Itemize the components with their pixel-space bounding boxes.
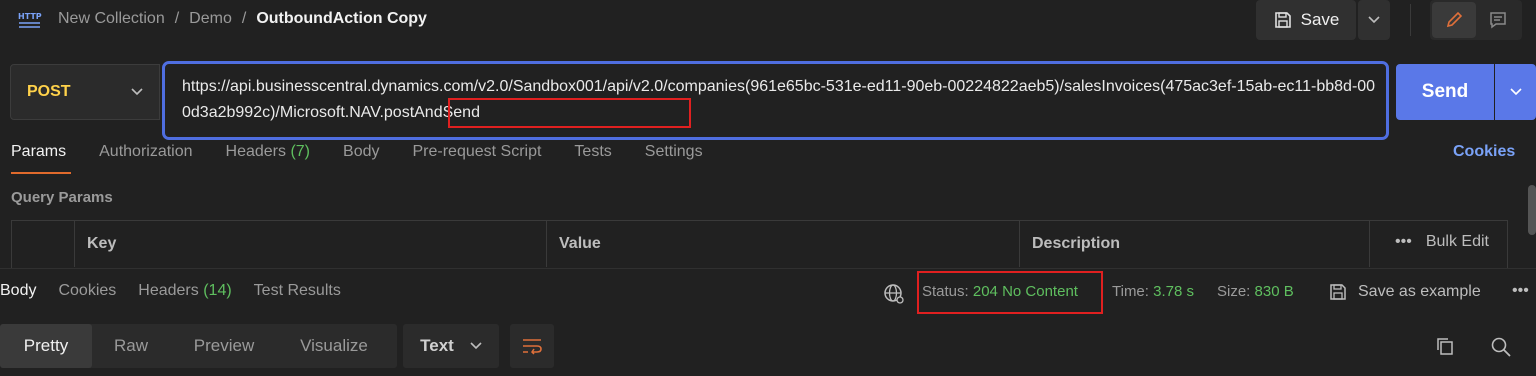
wrap-lines-button[interactable] [510,324,554,368]
method-select[interactable]: POST [10,64,160,120]
request-tabs: Params Authorization Headers (7) Body Pr… [11,143,736,161]
query-params-title: Query Params [11,189,113,206]
pencil-icon [1446,11,1463,28]
cookies-link[interactable]: Cookies [1453,143,1515,161]
response-tab-cookies[interactable]: Cookies [58,282,116,300]
svg-text:HTTP: HTTP [18,12,42,21]
tab-settings[interactable]: Settings [645,143,703,161]
request-name[interactable]: OutboundAction Copy [256,10,427,28]
breadcrumb-separator: / [174,10,180,27]
chevron-down-icon [1368,16,1380,24]
bulk-edit-button[interactable]: Bulk Edit [1426,233,1489,251]
column-description: Description [1019,221,1369,267]
column-value: Value [546,221,1019,267]
url-input[interactable]: https://api.businesscentral.dynamics.com… [182,74,1377,126]
format-preview[interactable]: Preview [170,324,278,368]
method-value: POST [27,83,71,100]
save-icon [1330,284,1346,300]
response-size[interactable]: Size: 830 B [1217,283,1294,300]
save-button[interactable]: Save [1256,0,1356,40]
response-more-options[interactable]: ••• [1512,282,1529,300]
search-icon[interactable] [1490,336,1512,363]
response-tabs: Body Cookies Headers (14) Test Results [0,282,363,300]
copy-icon[interactable] [1435,336,1457,363]
chevron-down-icon [131,88,143,96]
response-status: Status: 204 No Content [922,283,1078,300]
tab-params[interactable]: Params [11,143,66,161]
breadcrumb-separator: / [241,10,247,27]
save-options-button[interactable] [1358,0,1390,40]
scrollbar[interactable] [1528,185,1536,235]
response-time[interactable]: Time: 3.78 s [1112,283,1194,300]
language-value: Text [420,336,454,355]
language-select[interactable]: Text [403,324,499,368]
save-icon [1274,12,1291,28]
tab-headers[interactable]: Headers (7) [226,143,311,161]
globe-icon[interactable] [883,283,905,310]
pane-divider[interactable] [0,268,1536,269]
save-as-example-button[interactable]: Save as example [1328,282,1481,302]
active-tab-indicator [11,172,71,174]
breadcrumb: New Collection / Demo / OutboundAction C… [58,10,427,28]
toolbar-divider [1410,4,1411,36]
response-tab-test-results[interactable]: Test Results [254,282,341,300]
breadcrumb-folder[interactable]: Demo [189,10,232,28]
save-label: Save [1300,10,1340,29]
format-visualize[interactable]: Visualize [278,324,390,368]
tab-authorization[interactable]: Authorization [99,143,192,161]
send-options-button[interactable] [1495,64,1536,120]
tab-tests[interactable]: Tests [574,143,611,161]
column-key: Key [74,221,546,267]
wrap-lines-icon [523,339,542,355]
http-request-icon: HTTP [18,9,42,31]
more-options-icon[interactable]: ••• [1395,233,1412,251]
format-raw[interactable]: Raw [92,324,170,368]
status-value: 204 No Content [972,283,1078,300]
comments-button[interactable] [1478,2,1518,38]
bulk-edit-area: ••• Bulk Edit [1395,233,1489,251]
chevron-down-icon [1509,88,1522,96]
edit-mode-button[interactable] [1432,2,1476,38]
send-button[interactable]: Send [1396,64,1494,120]
url-action-highlight [448,98,691,128]
format-pretty[interactable]: Pretty [0,324,92,368]
response-tab-body[interactable]: Body [0,282,36,300]
breadcrumb-collection[interactable]: New Collection [58,10,165,28]
query-params-table: Key Value Description ••• Bulk Edit [11,220,1508,268]
response-tab-headers[interactable]: Headers (14) [138,282,231,300]
tab-pre-request-script[interactable]: Pre-request Script [412,143,541,161]
tab-body[interactable]: Body [343,143,379,161]
comment-icon [1490,12,1506,29]
chevron-down-icon [470,342,482,350]
